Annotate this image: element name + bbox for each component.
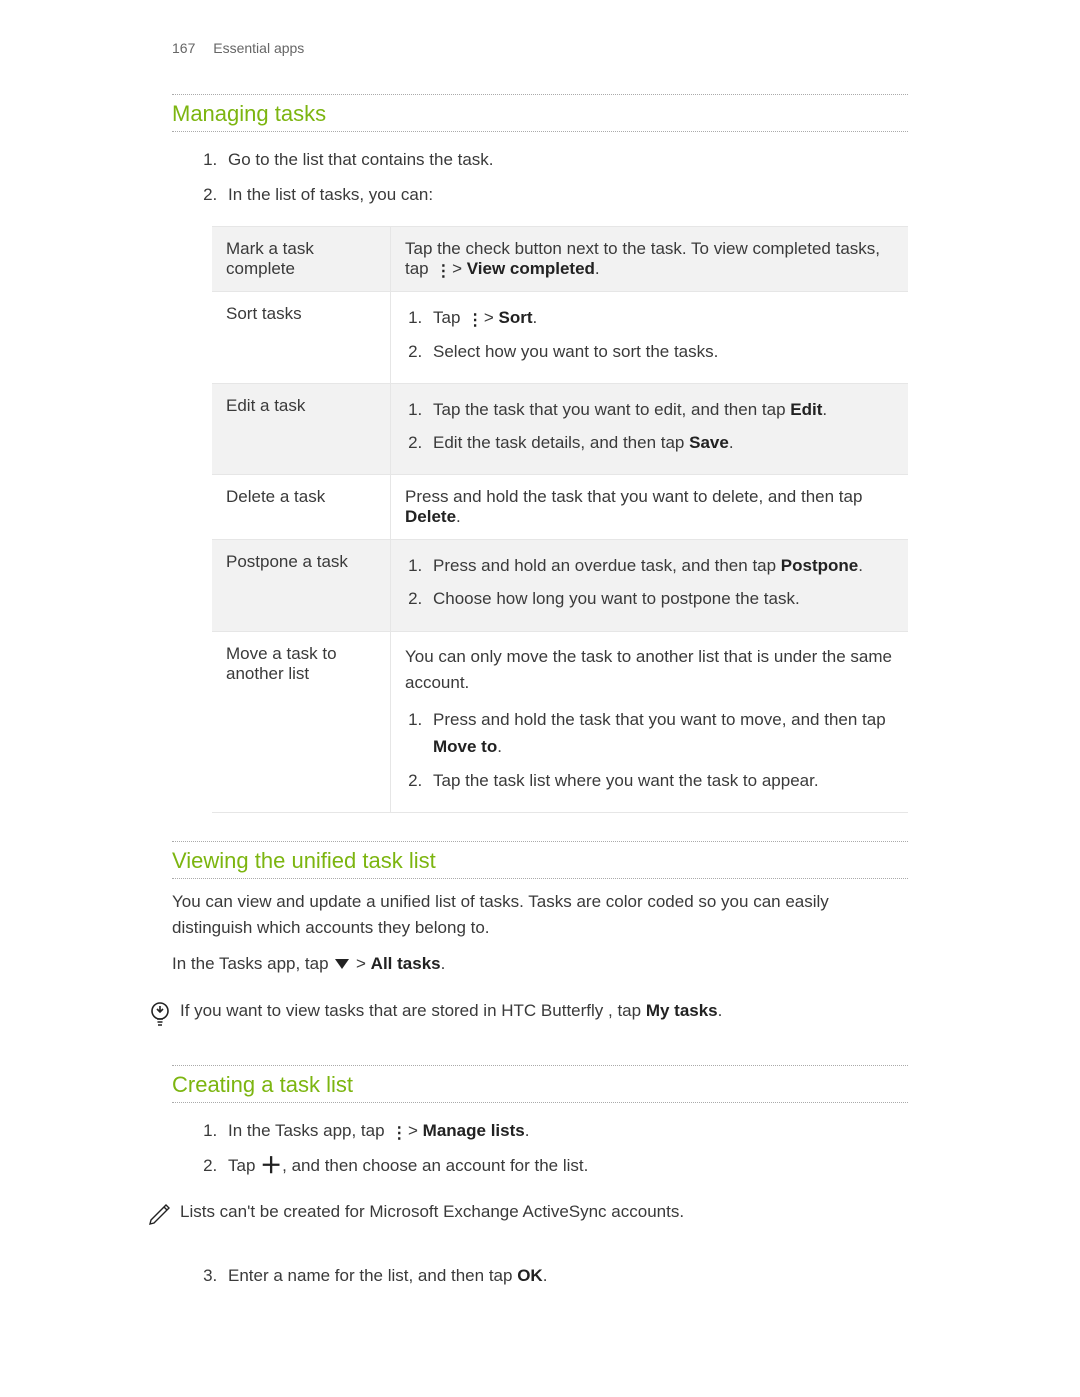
table-row: Sort tasks Tap > Sort. Select how you wa…: [212, 292, 908, 383]
page-header: 167 Essential apps: [172, 40, 908, 56]
creating-list-steps: In the Tasks app, tap > Manage lists. Ta…: [172, 1117, 908, 1179]
row-label: Sort tasks: [212, 292, 391, 383]
row-label: Move a task to another list: [212, 631, 391, 812]
paragraph: In the Tasks app, tap > All tasks.: [172, 951, 908, 977]
step: Enter a name for the list, and then tap …: [222, 1262, 908, 1289]
heading-creating-list: Creating a task list: [172, 1065, 908, 1103]
row-body: You can only move the task to another li…: [391, 631, 909, 812]
table-row: Mark a task complete Tap the check butto…: [212, 227, 908, 292]
dropdown-triangle-icon: [333, 957, 351, 971]
label-postpone: Postpone: [781, 556, 858, 575]
overflow-menu-icon: [391, 1119, 401, 1135]
label-my-tasks: My tasks: [646, 1001, 718, 1020]
creating-list-steps-cont: Enter a name for the list, and then tap …: [172, 1262, 908, 1289]
label-all-tasks: All tasks: [371, 954, 441, 973]
label-save: Save: [689, 433, 729, 452]
row-body: Tap the check button next to the task. T…: [391, 227, 909, 292]
page-number: 167: [172, 40, 195, 56]
row-label: Delete a task: [212, 475, 391, 540]
tasks-table: Mark a task complete Tap the check butto…: [212, 226, 908, 812]
step: Go to the list that contains the task.: [222, 146, 908, 173]
table-row: Edit a task Tap the task that you want t…: [212, 383, 908, 474]
lightbulb-icon: [140, 998, 180, 1035]
table-row: Postpone a task Press and hold an overdu…: [212, 540, 908, 631]
paragraph: You can view and update a unified list o…: [172, 889, 908, 942]
label-manage-lists: Manage lists: [423, 1121, 525, 1140]
row-label: Postpone a task: [212, 540, 391, 631]
label-view-completed: View completed: [467, 259, 595, 278]
row-label: Edit a task: [212, 383, 391, 474]
row-body: Press and hold an overdue task, and then…: [391, 540, 909, 631]
table-row: Move a task to another list You can only…: [212, 631, 908, 812]
row-body: Press and hold the task that you want to…: [391, 475, 909, 540]
step: In the Tasks app, tap > Manage lists.: [222, 1117, 908, 1144]
heading-viewing-unified: Viewing the unified task list: [172, 841, 908, 879]
label-edit: Edit: [790, 400, 822, 419]
overflow-menu-icon: [435, 261, 445, 277]
row-label: Mark a task complete: [212, 227, 391, 292]
row-body: Tap > Sort. Select how you want to sort …: [391, 292, 909, 383]
note: Lists can't be created for Microsoft Exc…: [140, 1199, 908, 1232]
managing-tasks-steps: Go to the list that contains the task. I…: [172, 146, 908, 208]
overflow-menu-icon: [467, 306, 477, 322]
label-move-to: Move to: [433, 737, 497, 756]
row-body: Tap the task that you want to edit, and …: [391, 383, 909, 474]
tip-note: If you want to view tasks that are store…: [140, 998, 908, 1035]
table-row: Delete a task Press and hold the task th…: [212, 475, 908, 540]
pencil-icon: [140, 1199, 180, 1232]
page-section: Essential apps: [213, 40, 304, 56]
label-sort: Sort: [499, 308, 533, 327]
step: Tap ＋, and then choose an account for th…: [222, 1152, 908, 1179]
heading-managing-tasks: Managing tasks: [172, 94, 908, 132]
label-ok: OK: [517, 1266, 543, 1285]
label-delete: Delete: [405, 507, 456, 526]
page-content: 167 Essential apps Managing tasks Go to …: [0, 0, 1080, 1289]
step: In the list of tasks, you can:: [222, 181, 908, 208]
